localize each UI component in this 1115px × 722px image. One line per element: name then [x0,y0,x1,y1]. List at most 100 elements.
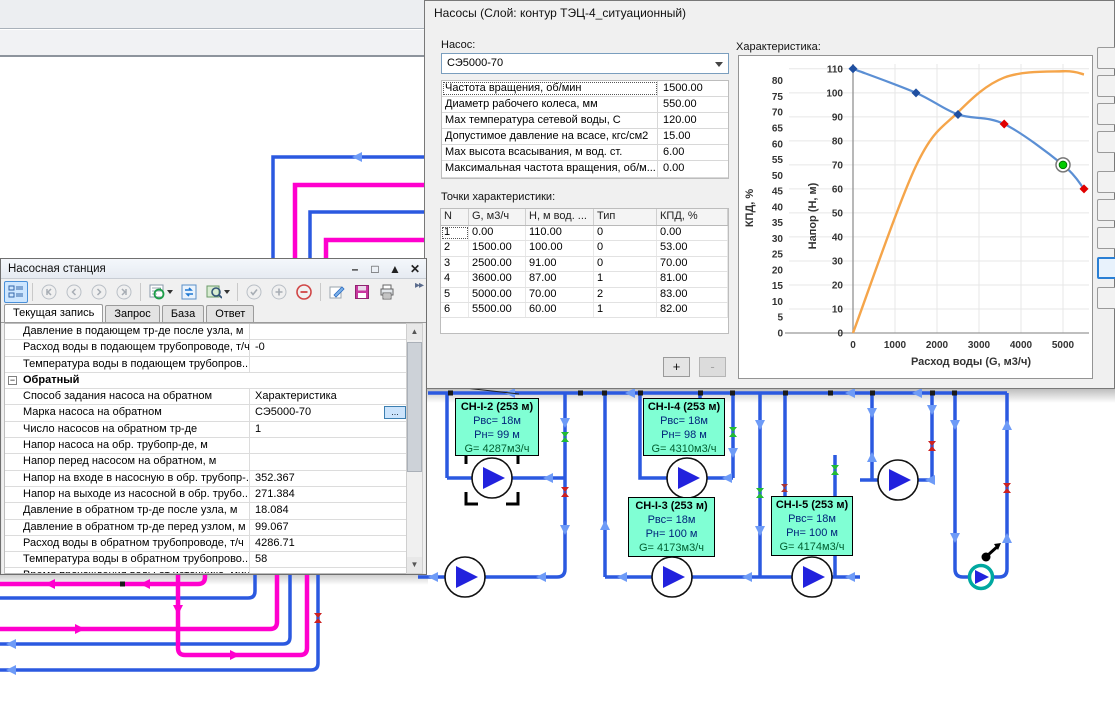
pump-symbol-right-upper[interactable] [877,459,919,501]
station-label-line: Рн= 100 м [786,527,838,539]
pump-select-combobox[interactable]: СЭ5000-70 [441,53,729,74]
pump-symbol-lower-left[interactable] [444,556,486,598]
property-value: 271.384 [255,487,295,500]
station-property-row[interactable]: Давление в обратном тр-де после узла, м 1… [5,503,407,520]
chart-tool-button[interactable] [1097,103,1115,125]
chart-tool-button[interactable] [1097,171,1115,193]
points-column-header[interactable]: Тип [594,209,657,225]
scrollbar-thumb[interactable] [407,342,422,472]
pump-property-row[interactable]: Мах высота всасывания, м вод. ст. 6.00 [442,145,728,162]
chart-tool-button[interactable] [1097,227,1115,249]
chart-tool-button[interactable] [1097,257,1115,279]
chart-tool-button[interactable] [1097,131,1115,153]
property-label: Давление в обратном тр-де перед узлом, м [5,519,250,535]
station-property-row[interactable]: Напор перед насосом на обратном, м [5,454,407,471]
maximize-icon[interactable]: □ [368,262,382,276]
points-row[interactable]: 5 5000.00 70.00 2 83.00 [441,287,728,303]
station-property-row[interactable]: Расход воды в обратном трубопроводе, т/ч… [5,535,407,553]
save-icon[interactable] [350,281,374,303]
pump-property-row[interactable]: Максимальная частота вращения, об/м... 0.… [442,161,728,178]
points-column-header[interactable]: КПД, % [657,209,728,225]
station-properties-grid[interactable]: Давление в подающем тр-де после узла, мР… [4,323,408,574]
tab-4[interactable]: Ответ [206,305,255,322]
points-row[interactable]: 6 5500.00 60.00 1 82.00 [441,302,728,319]
svg-text:0: 0 [837,329,843,340]
delete-record-button[interactable] [292,281,316,303]
pump-symbol-sn-i-5[interactable] [791,556,833,598]
minimize-icon[interactable]: – [348,262,362,276]
svg-text:70: 70 [832,160,844,171]
points-cell: 91.00 [526,256,594,272]
station-property-row[interactable]: Температура воды в подающем трубопров... [5,356,407,373]
points-cell: 82.00 [657,302,728,318]
station-label-sn-i-5[interactable]: СН-I-5 (253 м) Рвс= 18м Рн= 100 м G= 417… [771,496,853,556]
svg-text:50: 50 [772,171,784,182]
pump-property-row[interactable]: Мах температура сетевой воды, С 120.00 [442,113,728,130]
station-property-row[interactable]: Напор на входе в насосную в обр. трубопр… [5,470,407,487]
scroll-down-icon[interactable]: ▼ [407,557,422,573]
pump-symbol-small-teal[interactable] [967,563,995,591]
station-property-row[interactable]: Напор на выходе из насосной в обр. трубо… [5,486,407,504]
pump-property-row[interactable]: Допустимое давление на всасе, кгс/см2 15.… [442,129,728,146]
edit-button[interactable] [325,281,349,303]
pump-property-row[interactable]: Частота вращения, об/мин 1500.00 [442,81,728,98]
pump-property-row[interactable]: Диаметр рабочего колеса, мм 550.00 [442,97,728,114]
curve-point-marker[interactable] [848,64,858,74]
toolbar-overflow-icon[interactable]: ▸▸ [415,280,424,291]
group-row[interactable]: − Обратный [5,373,407,390]
find-on-map-button[interactable] [202,281,233,303]
ellipsis-button[interactable]: ... [384,406,406,420]
points-column-header[interactable]: Н, м вод. ... [526,209,594,225]
execute-query-button[interactable] [145,281,176,303]
points-column-header[interactable]: N [441,209,469,225]
tab-1[interactable]: Текущая запись [4,304,104,322]
chart-tool-button[interactable] [1097,287,1115,309]
collapse-icon[interactable]: ▲ [388,262,402,276]
pump-symbol-sn-i-3[interactable] [651,556,693,598]
points-cell: 1500.00 [469,241,526,256]
print-button[interactable] [375,281,399,303]
points-row[interactable]: 1 0.00 110.00 0 0.00 [441,226,728,242]
points-cell: 3 [441,256,469,272]
curve-point-marker[interactable] [911,88,921,98]
pump-properties-grid[interactable]: Частота вращения, об/мин 1500.00 Диаметр р… [441,80,729,179]
svg-text:40: 40 [772,202,784,213]
tab-3[interactable]: База [161,305,205,322]
station-label-sn-i-2[interactable]: СН-I-2 (253 м) Рвс= 18м Рн= 99 м G= 4287… [455,398,539,456]
station-label-sn-i-3[interactable]: СН-I-3 (253 м) Рвс= 18м Рн= 100 м G= 417… [628,497,715,557]
points-row[interactable]: 3 2500.00 91.00 0 70.00 [441,256,728,273]
close-icon[interactable]: ✕ [408,262,422,276]
station-property-row[interactable]: Время прохождения воды от источника, мин [5,568,407,573]
add-point-button[interactable]: + [663,357,690,377]
station-property-row[interactable]: Давление в подающем тр-де после узла, м [5,324,407,341]
station-property-row[interactable]: Давление в обратном тр-де перед узлом, м… [5,519,407,536]
station-property-row[interactable]: Способ задания насоса на обратном Характе… [5,389,407,406]
points-row[interactable]: 2 1500.00 100.00 0 53.00 [441,241,728,257]
station-property-row[interactable]: Расход воды в подающем трубопроводе, т/ч… [5,340,407,357]
refresh-button[interactable] [177,281,201,303]
points-cell: 1 [594,302,657,318]
points-column-header[interactable]: G, м3/ч [469,209,526,225]
tab-2[interactable]: Запрос [105,305,160,322]
svg-text:Расход воды (G, м3/ч): Расход воды (G, м3/ч) [911,356,1031,368]
station-label-line: G= 4173м3/ч [639,542,704,554]
points-table[interactable]: N G, м3/ч Н, м вод. ... Тип КПД, % 1 0.00 110.0… [440,208,729,334]
station-grid-scrollbar[interactable]: ▲ ▼ [406,323,423,574]
pump-symbol-sn-i-2[interactable] [471,457,513,499]
chart-tool-button[interactable] [1097,47,1115,69]
pumps-dialog-title[interactable]: Насосы (Слой: контур ТЭЦ-4_ситуационный) [425,1,1114,25]
curve-point-marker[interactable] [953,109,963,119]
station-property-row[interactable]: Марка насоса на обратном СЭ5000-70... [5,405,407,422]
station-property-row[interactable]: Температура воды в обратном трубопрово..… [5,552,407,569]
station-property-row[interactable]: Напор насоса на обр. трубопр-де, м [5,438,407,455]
pump-symbol-sn-i-4[interactable] [666,457,708,499]
chart-tool-button[interactable] [1097,75,1115,97]
points-row[interactable]: 4 3600.00 87.00 1 81.00 [441,272,728,288]
curve-point-marker[interactable] [999,119,1009,129]
station-label-sn-i-4[interactable]: СН-I-4 (253 м) Рвс= 18м Рн= 98 м G= 4310… [643,398,725,456]
record-view-button[interactable] [4,281,28,303]
scroll-up-icon[interactable]: ▲ [407,324,422,340]
chart-tool-button[interactable] [1097,199,1115,221]
station-property-row[interactable]: Число насосов на обратном тр-де 1 [5,421,407,439]
points-cell: 2 [594,287,657,302]
